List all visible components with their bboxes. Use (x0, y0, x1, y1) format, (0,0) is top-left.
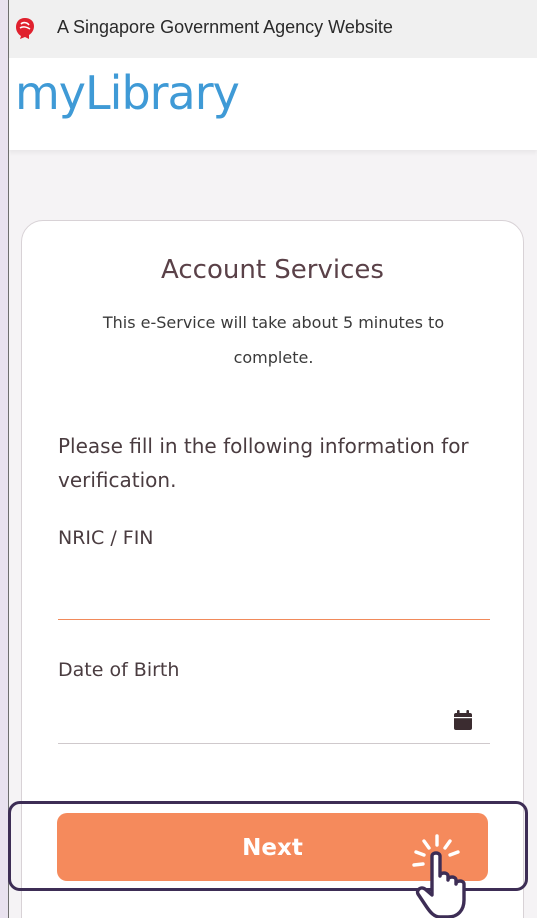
calendar-icon[interactable] (452, 709, 474, 731)
date-of-birth-label: Date of Birth (58, 659, 180, 681)
government-banner-text: A Singapore Government Agency Website (57, 17, 393, 37)
government-banner: A Singapore Government Agency Website (9, 0, 537, 58)
duration-notice: This e-Service will take about 5 minutes… (102, 313, 445, 367)
hand-pointer-icon (412, 834, 466, 918)
site-header: myLibrary (9, 58, 537, 150)
lion-head-icon (16, 18, 34, 39)
mylibrary-logo[interactable]: myLibrary (15, 66, 240, 120)
date-of-birth-input[interactable] (58, 709, 490, 744)
page-frame: A Singapore Government Agency Website my… (8, 0, 537, 918)
verification-instructions: Please fill in the following information… (58, 434, 469, 492)
nric-fin-input[interactable] (58, 585, 490, 620)
page-title: Account Services (161, 255, 384, 285)
nric-fin-label: NRIC / FIN (58, 527, 154, 549)
